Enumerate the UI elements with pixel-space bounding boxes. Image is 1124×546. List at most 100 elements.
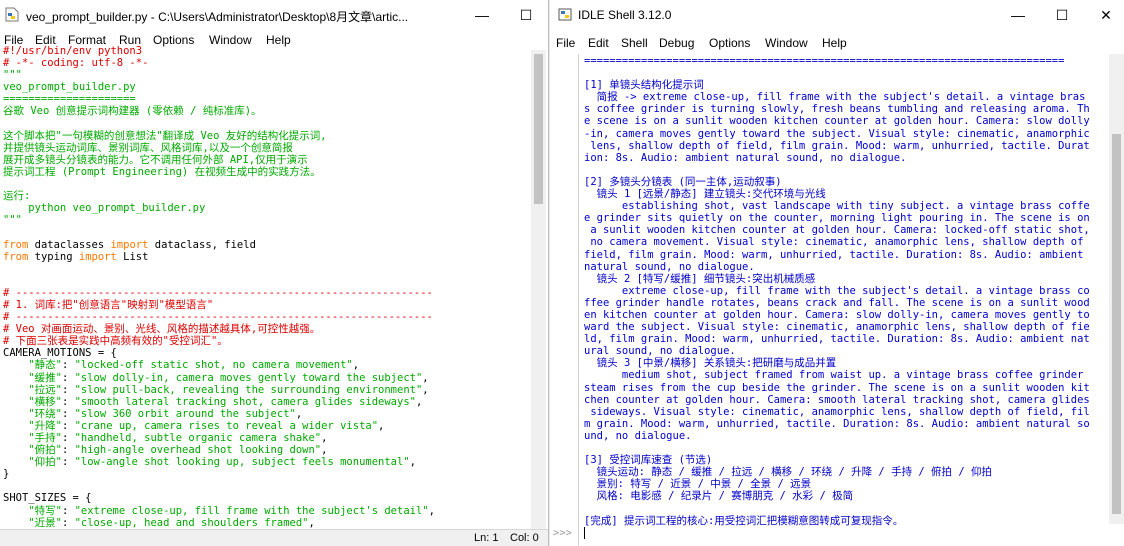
shell-menu-shell[interactable]: Shell: [621, 36, 648, 50]
code-token: 这个脚本把"一句模糊的创意想法"翻译成 Veo 友好的结构化提示词,: [3, 129, 327, 142]
shell-menu-help[interactable]: Help: [822, 36, 847, 50]
shell-output-line: ffee grinder handle rotates, beans crack…: [584, 296, 1090, 309]
code-token: ,: [422, 383, 429, 396]
shell-output-text[interactable]: ========================================…: [584, 55, 1108, 546]
code-line: "俯拍": "high-angle overhead shot looking …: [3, 444, 528, 456]
code-token: "拉远": [3, 383, 62, 396]
code-token: python veo_prompt_builder.py: [3, 202, 206, 215]
code-token: 提示词工程 (Prompt Engineering) 在视频生成中的实践方法。: [3, 165, 321, 178]
code-token: :: [61, 383, 75, 396]
shell-output-line: ward the subject. Visual style: cinemati…: [584, 321, 1090, 334]
code-token: import: [78, 250, 117, 263]
shell-output-line: ld, film grain. Mood: warm, unhurried, t…: [584, 333, 1090, 346]
shell-output-line: [2] 多镜头分镜表 (同一主体,运动叙事): [584, 175, 782, 188]
minimize-button[interactable]: —: [460, 0, 504, 30]
shell-output-line: -in, camera moves gently toward the subj…: [584, 127, 1090, 140]
editor-scroll-thumb[interactable]: [534, 54, 543, 204]
shell-output-line: 镜头运动: 静态 / 缓推 / 拉远 / 横移 / 环绕 / 升降 / 手持 /…: [584, 466, 993, 479]
code-token: "升降": [3, 419, 62, 432]
code-line: # 下面三张表是实践中高频有效的"受控词汇"。: [3, 335, 528, 347]
shell-output-line: steam rises from the cup beside the grin…: [584, 381, 1090, 394]
shell-menu-options[interactable]: Options: [709, 36, 750, 50]
code-token: """: [3, 214, 22, 227]
code-line: =====================: [3, 93, 528, 105]
code-token: :: [61, 456, 75, 469]
shell-maximize-button[interactable]: ☐: [1040, 0, 1084, 30]
code-token: :: [61, 504, 75, 517]
shell-close-button[interactable]: ✕: [1084, 0, 1124, 30]
code-line: # --------------------------------------…: [3, 311, 528, 323]
code-token: 展开成多镜头分镜表的能力。它不调用任何外部 API,仅用于演示: [3, 153, 308, 166]
code-token: # Veo 对画面运动、景别、光线、风格的描述越具体,可控性越强。: [3, 323, 321, 336]
code-token: :: [61, 444, 75, 457]
python-file-icon: [5, 7, 19, 22]
code-token: :: [61, 371, 75, 384]
code-line: "环绕": "slow 360 orbit around the subject…: [3, 408, 528, 420]
code-line: SHOT_SIZES = {: [3, 492, 528, 504]
code-line: # --------------------------------------…: [3, 287, 528, 299]
code-token: List: [116, 250, 149, 263]
code-line: 并提供镜头运动词库、景别词库、风格词库,以及一个创意简报: [3, 142, 528, 154]
code-token: #!/usr/bin/env python3: [3, 45, 143, 57]
code-token: "handheld, subtle organic camera shake": [74, 432, 322, 444]
text-cursor: [584, 527, 585, 539]
shell-output-line: [584, 67, 1108, 79]
shell-menu-window[interactable]: Window: [765, 36, 808, 50]
code-token: dataclasses: [28, 238, 111, 251]
editor-scrollbar[interactable]: [531, 50, 546, 529]
shell-scroll-thumb[interactable]: [1112, 134, 1121, 514]
code-line: # Veo 对画面运动、景别、光线、风格的描述越具体,可控性越强。: [3, 323, 528, 335]
code-token: "环绕": [3, 407, 62, 420]
idle-icon: [558, 8, 572, 21]
shell-output-line: establishing shot, vast landscape with t…: [584, 200, 1090, 213]
shell-output-line: s coffee grinder is turning slowly, fres…: [584, 103, 1090, 116]
code-line: # -*- coding: utf-8 -*-: [3, 57, 528, 69]
code-token: ,: [415, 395, 423, 408]
code-token: "缓推": [3, 371, 62, 384]
code-token: "crane up, camera rises to reveal a wide…: [74, 419, 379, 432]
editor-status-bar: Ln: 1 Col: 0: [0, 529, 548, 546]
code-token: ,: [321, 444, 328, 457]
code-token: :: [61, 359, 75, 372]
shell-output-line: [584, 164, 1108, 176]
code-token: "extreme close-up, fill frame with the s…: [74, 504, 429, 517]
code-token: """: [3, 69, 22, 82]
shell-menu-file[interactable]: File: [556, 36, 575, 50]
shell-output-line: 景别: 特写 / 近景 / 中景 / 全景 / 远景: [584, 478, 812, 491]
editor-titlebar[interactable]: veo_prompt_builder.py - C:\Users\Adminis…: [0, 0, 548, 30]
shell-menu-debug[interactable]: Debug: [659, 36, 694, 50]
shell-titlebar[interactable]: IDLE Shell 3.12.0 — ☐ ✕: [550, 0, 1124, 30]
code-token: dataclass, field: [148, 238, 256, 251]
code-token: ,: [409, 456, 416, 469]
shell-output-line: no camera movement. Visual style: cinema…: [584, 236, 1084, 249]
shell-output-line: 镜头 1 [远景/静态] 建立镜头:交代环境与光线: [584, 188, 826, 201]
code-token: # 下面三张表是实践中高频有效的"受控词汇"。: [3, 335, 228, 348]
shell-prompt: >>>: [553, 527, 572, 539]
code-token: "slow 360 orbit around the subject": [74, 407, 296, 420]
shell-output-line: 简报 -> extreme close-up, fill frame with …: [584, 91, 1086, 104]
shell-window-title: IDLE Shell 3.12.0: [578, 8, 672, 22]
shell-menu-edit[interactable]: Edit: [588, 36, 609, 50]
code-line: #!/usr/bin/env python3: [3, 45, 528, 57]
maximize-button[interactable]: ☐: [504, 0, 548, 30]
shell-output-line: lens, shallow depth of field, film grain…: [584, 139, 1090, 152]
code-token: "近景": [3, 516, 62, 529]
code-line: """: [3, 214, 528, 226]
code-token: # 1. 词库:把"创意语言"映射到"模型语言": [3, 298, 214, 311]
shell-scrollbar[interactable]: [1109, 54, 1124, 524]
code-line: "仰拍": "low-angle shot looking up, subjec…: [3, 456, 528, 468]
shell-output-line: m grain. Mood: warm, unhurried, tactile.…: [584, 417, 1090, 430]
shell-output-line: 镜头 3 [中景/横移] 关系镜头:把研磨与成品并置: [584, 357, 837, 370]
shell-output-line: [584, 442, 1108, 454]
code-line: "升降": "crane up, camera rises to reveal …: [3, 420, 528, 432]
shell-output-line: ========================================…: [584, 55, 1065, 67]
code-token: # --------------------------------------…: [3, 311, 433, 324]
code-editor-text[interactable]: #!/usr/bin/env python3 # -*- coding: utf-…: [3, 45, 528, 529]
code-token: "俯拍": [3, 444, 62, 457]
shell-output-line: 镜头 2 [特写/缓推] 细节镜头:突出机械质感: [584, 272, 816, 285]
shell-minimize-button[interactable]: —: [996, 0, 1040, 30]
